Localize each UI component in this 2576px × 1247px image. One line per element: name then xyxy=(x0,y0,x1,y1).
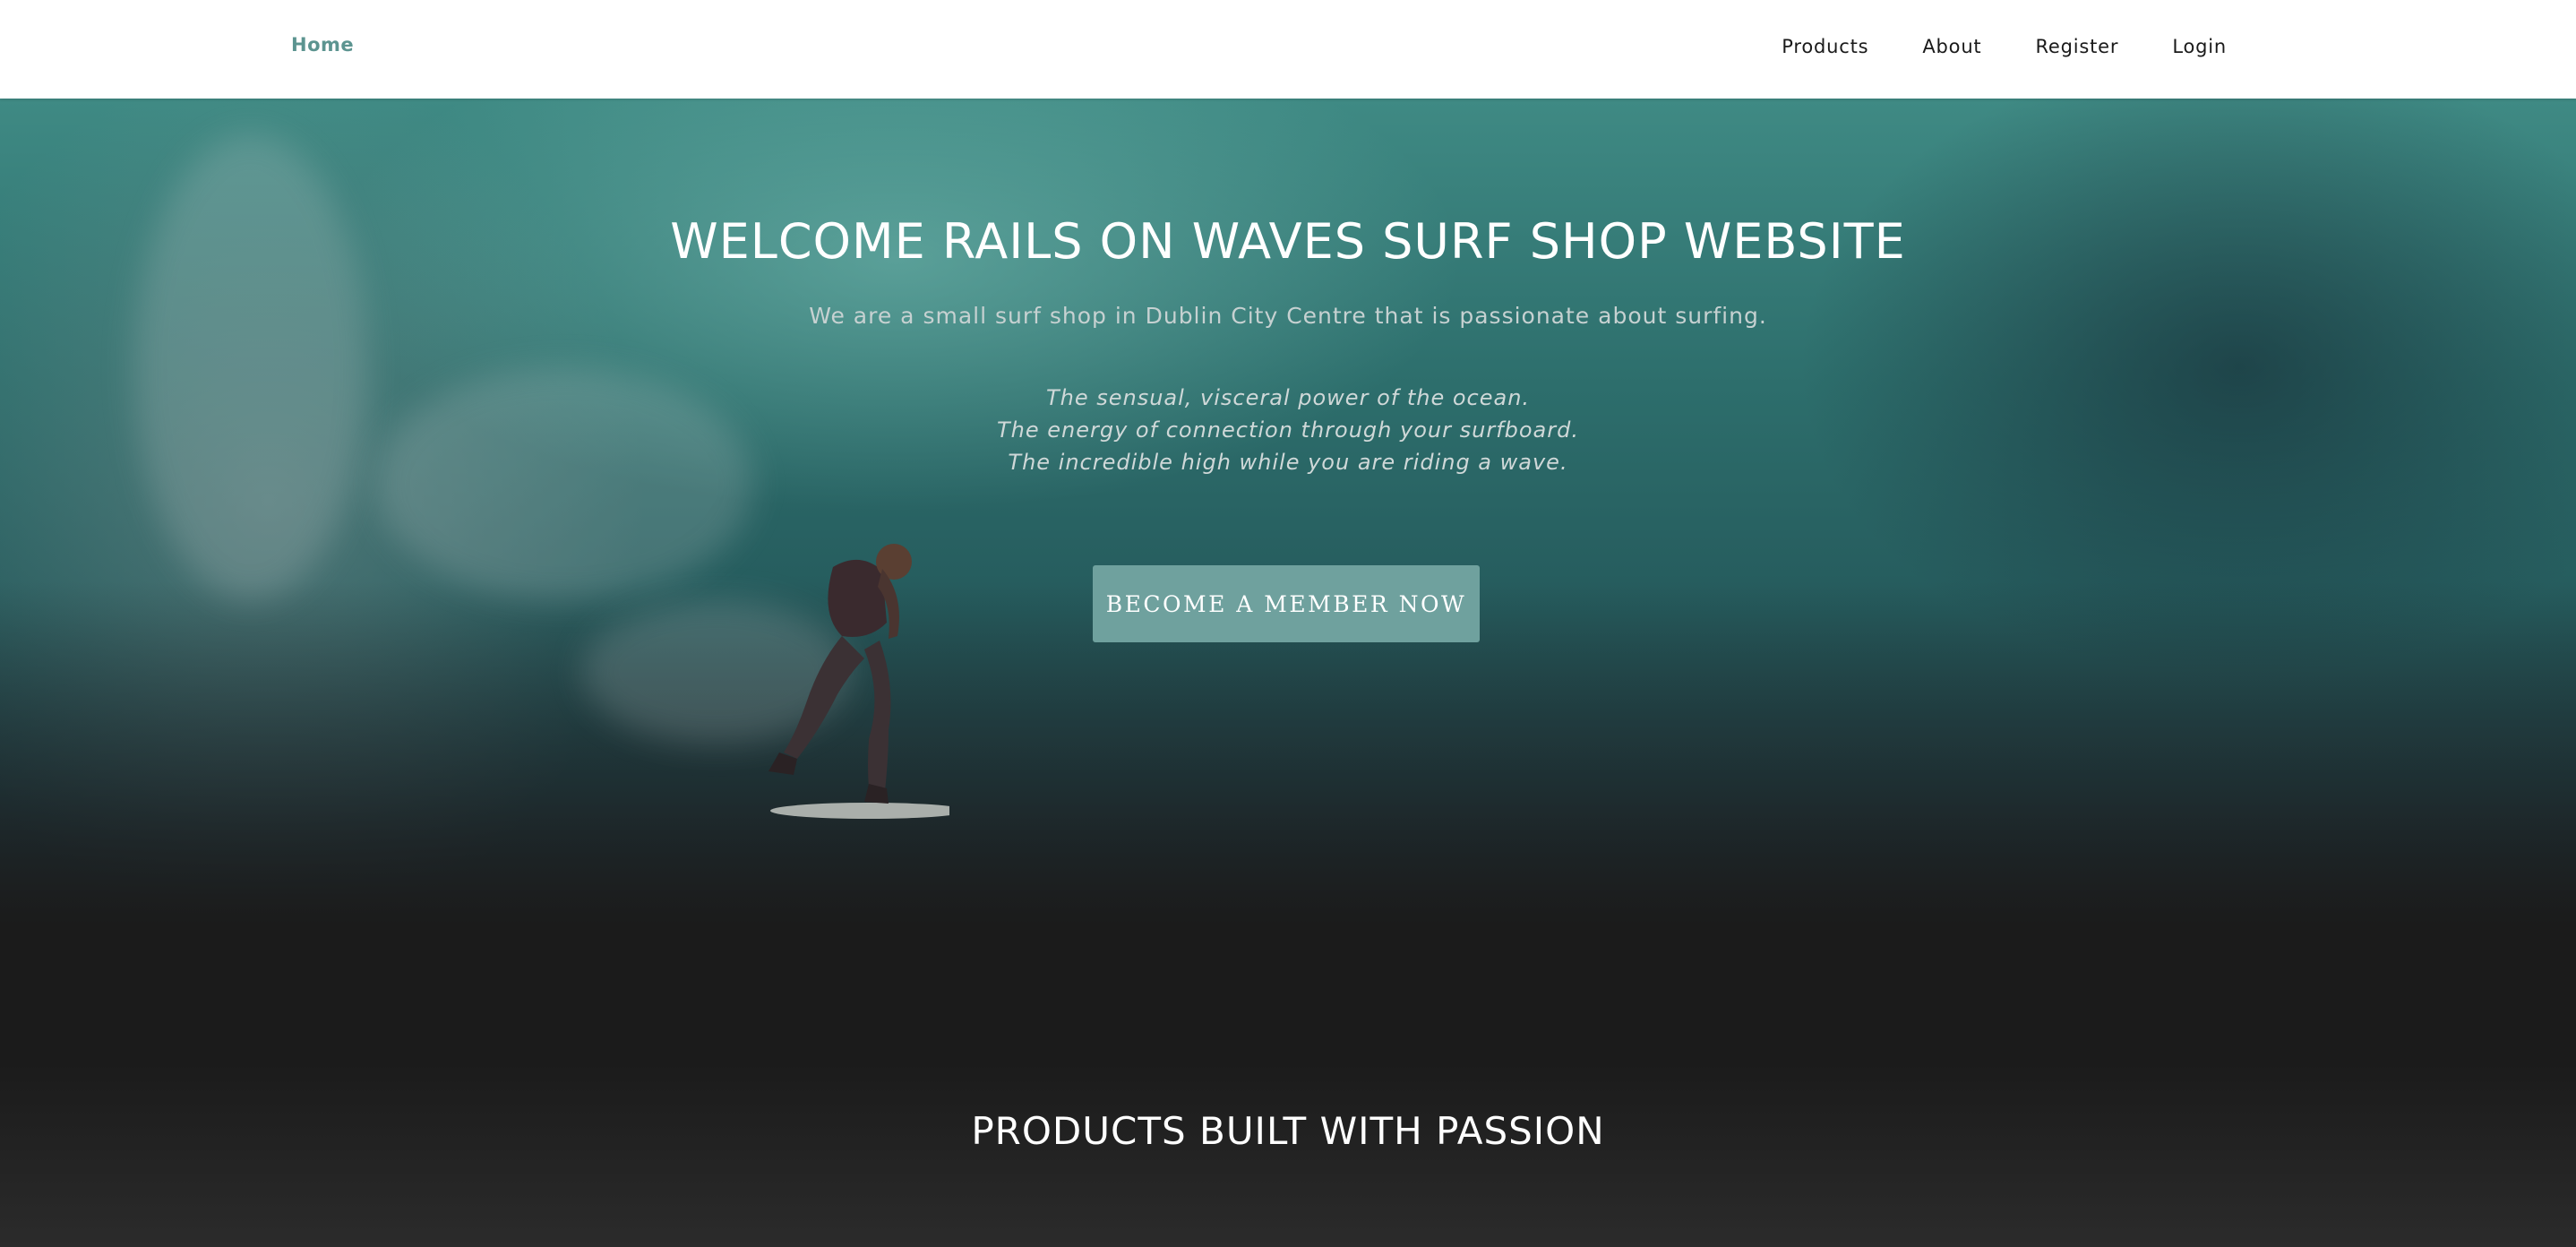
wave-spray xyxy=(134,134,367,600)
hero-section: WELCOME RAILS ON WAVES SURF SHOP WEBSITE… xyxy=(0,99,2576,1247)
hero-title: WELCOME RAILS ON WAVES SURF SHOP WEBSITE xyxy=(670,213,1906,270)
nav-link-register[interactable]: Register xyxy=(2035,36,2118,57)
hero-subtitle: We are a small surf shop in Dublin City … xyxy=(809,303,1767,329)
become-member-button[interactable]: BECOME A MEMBER NOW xyxy=(1093,565,1480,642)
nav-home-link[interactable]: Home xyxy=(291,34,354,56)
hero-tagline-line: The energy of connection through your su… xyxy=(996,417,1579,443)
nav-links: Products About Register Login xyxy=(1782,36,2227,57)
products-section-title: PRODUCTS BUILT WITH PASSION xyxy=(971,1109,1605,1153)
surfer-image xyxy=(769,544,949,819)
nav-link-products[interactable]: Products xyxy=(1782,36,1868,57)
hero-tagline-line: The sensual, visceral power of the ocean… xyxy=(1045,385,1531,410)
hero-tagline-line: The incredible high while you are riding… xyxy=(1008,450,1568,475)
nav-link-login[interactable]: Login xyxy=(2172,36,2227,57)
nav-link-about[interactable]: About xyxy=(1922,36,1981,57)
top-navbar: Home Products About Register Login xyxy=(0,0,2576,99)
